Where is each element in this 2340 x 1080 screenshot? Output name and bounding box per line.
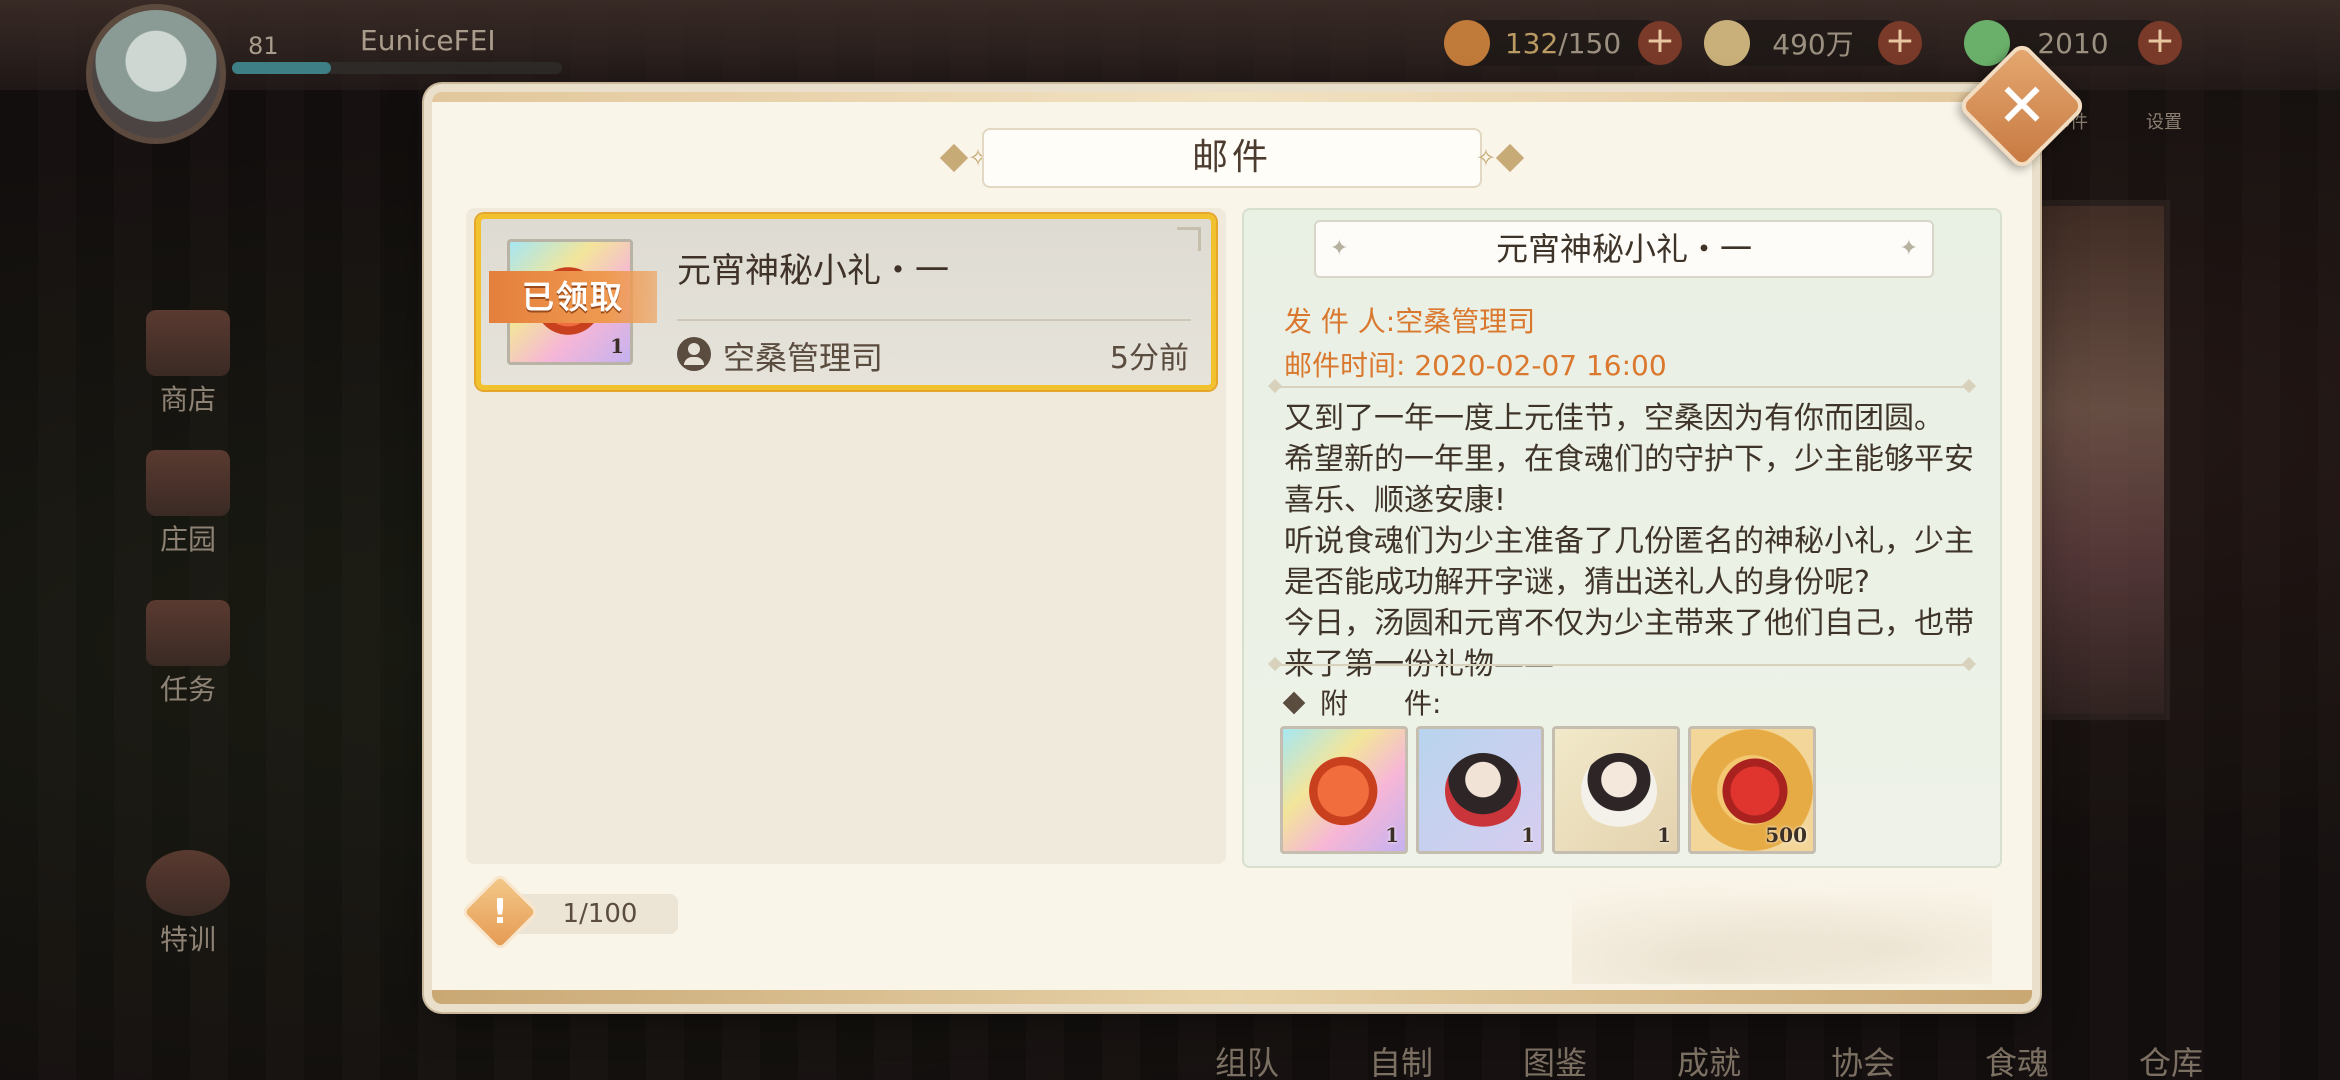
exclamation-icon: ! (460, 872, 540, 952)
side-button-training[interactable]: 特训 (128, 850, 248, 958)
mail-detail-panel: ✦ 元宵神秘小礼・一 ✦ 发 件 人:空桑管理司 邮件时间: 2020-02-0… (1242, 208, 2002, 868)
attachments-row: 1 1 1 500 (1280, 726, 1816, 854)
nav-craft[interactable]: 自制 (1324, 1010, 1478, 1080)
stamina-max: /150 (1558, 26, 1622, 60)
side-button-label: 特训 (159, 923, 216, 956)
close-icon: ✕ (1996, 71, 2048, 141)
divider (1274, 386, 1970, 388)
modal-title: 邮件 (982, 128, 1482, 188)
body-line: 喜乐、顺遂安康! (1284, 483, 1507, 518)
person-icon (677, 337, 711, 371)
nav-warehouse[interactable]: 仓库 (2094, 1010, 2248, 1080)
stamina-current: 132 (1504, 26, 1559, 60)
detail-title: 元宵神秘小礼・一 (1495, 230, 1752, 268)
exp-bar (232, 62, 562, 74)
attachment-count: 500 (1765, 823, 1807, 847)
resource-coins: 490万 + (1704, 20, 1922, 66)
title-ornament-icon (939, 143, 969, 173)
divider (1274, 664, 1970, 666)
attachment-item[interactable]: 1 (1280, 726, 1408, 854)
body-line: 是否能成功解开字谜，猜出送礼人的身份呢? (1284, 565, 1870, 600)
player-level: 81 (248, 32, 279, 60)
time-value: 2020-02-07 16:00 (1414, 349, 1667, 382)
mail-item-title: 元宵神秘小礼・一 (677, 251, 949, 291)
mail-body: 又到了一年一度上元佳节，空桑因为有你而团圆。 希望新的一年里，在食魂们的守护下，… (1284, 398, 1984, 685)
training-icon (146, 850, 230, 916)
attachment-item[interactable]: 1 (1416, 726, 1544, 854)
soul-tangyuan-icon (1445, 753, 1521, 829)
body-line: 听说食魂们为少主准备了几份匿名的神秘小礼，少主 (1284, 524, 1974, 559)
attachment-count: 1 (1521, 823, 1535, 847)
resource-stamina: 132/150 + (1444, 20, 1682, 66)
gems-value: 2010 (2037, 26, 2109, 60)
add-stamina-button[interactable]: + (1638, 21, 1682, 65)
add-gems-button[interactable]: + (2138, 21, 2182, 65)
body-line: 今日，汤圆和元宵不仅为少主带来了他们自己，也带 (1284, 606, 1974, 641)
attachment-item[interactable]: 1 (1552, 726, 1680, 854)
modal-title-banner: ✧ 邮件 ✧ (939, 128, 1525, 188)
player-name: EuniceFEI (360, 24, 496, 57)
nav-achievement[interactable]: 成就 (1632, 1010, 1786, 1080)
manor-icon (146, 450, 230, 516)
corner-ornament (1177, 227, 1201, 251)
rice-bowl-icon (1444, 20, 1490, 66)
side-button-label: 庄园 (159, 523, 216, 556)
mail-list: 1 已领取 元宵神秘小礼・一 空桑管理司 5分前 (466, 208, 1226, 864)
detail-time-line: 邮件时间: 2020-02-07 16:00 (1284, 344, 1667, 384)
soul-yuanxiao-icon (1581, 753, 1657, 829)
feather-coin-icon (1704, 20, 1750, 66)
attachments-label-text: 附 件: (1320, 687, 1442, 720)
background-character-art (2020, 200, 2170, 720)
attachment-item[interactable]: 500 (1688, 726, 1816, 854)
mail-modal: ✧ 邮件 ✧ ✕ 1 已领取 元宵神秘小礼・一 空桑管理司 5分前 ✦ 元宵神秘… (432, 40, 2088, 1004)
side-button-manor[interactable]: 庄园 (128, 450, 248, 558)
bottom-nav: 组队 自制 图鉴 成就 协会 食魂 仓库 (1170, 1010, 2340, 1080)
title-ornament-icon (1495, 143, 1525, 173)
top-icon-settings[interactable]: 设置 (2146, 108, 2182, 134)
coins-value: 490万 (1772, 28, 1854, 61)
body-line: 又到了一年一度上元佳节，空桑因为有你而团圆。 (1284, 401, 1944, 436)
thumbnail-count: 1 (610, 334, 624, 358)
diamond-bullet-icon (1282, 691, 1306, 715)
decorative-leaves (1572, 864, 1992, 984)
sparkle-icon: ✦ (1330, 236, 1349, 261)
side-button-quest[interactable]: 任务 (128, 600, 248, 708)
body-line: 希望新的一年里，在食魂们的守护下，少主能够平安 (1284, 442, 1974, 477)
detail-sender-line: 发 件 人:空桑管理司 (1284, 300, 1535, 340)
side-button-shop[interactable]: 商店 (128, 310, 248, 418)
mail-item-sender: 空桑管理司 (723, 339, 884, 377)
mail-list-item[interactable]: 1 已领取 元宵神秘小礼・一 空桑管理司 5分前 (476, 214, 1216, 390)
nav-codex[interactable]: 图鉴 (1478, 1010, 1632, 1080)
mail-item-time: 5分前 (1109, 341, 1189, 376)
divider (677, 319, 1191, 321)
title-sparkle-icon: ✧ (1475, 144, 1496, 172)
shop-icon (146, 310, 230, 376)
claimed-badge: 已领取 (489, 271, 657, 323)
time-label: 邮件时间: (1284, 349, 1406, 382)
sender-value: 空桑管理司 (1395, 305, 1536, 338)
attachment-count: 1 (1657, 823, 1671, 847)
player-avatar[interactable] (86, 4, 226, 144)
red-token-icon (1717, 753, 1793, 829)
sender-label: 发 件 人: (1284, 305, 1396, 338)
side-button-label: 任务 (159, 673, 216, 706)
sparkle-icon: ✦ (1899, 236, 1918, 261)
quest-scroll-icon (146, 600, 230, 666)
side-button-label: 商店 (159, 383, 216, 416)
exp-bar-fill (232, 62, 331, 74)
attachment-count: 1 (1385, 823, 1399, 847)
nav-team[interactable]: 组队 (1170, 1010, 1324, 1080)
add-coins-button[interactable]: + (1878, 21, 1922, 65)
detail-title-banner: ✦ 元宵神秘小礼・一 ✦ (1314, 220, 1934, 278)
nav-food-soul[interactable]: 食魂 (1940, 1010, 2094, 1080)
mystery-gift-icon (1309, 753, 1385, 829)
attachments-label: 附 件: (1282, 682, 1442, 722)
nav-guild[interactable]: 协会 (1786, 1010, 1940, 1080)
